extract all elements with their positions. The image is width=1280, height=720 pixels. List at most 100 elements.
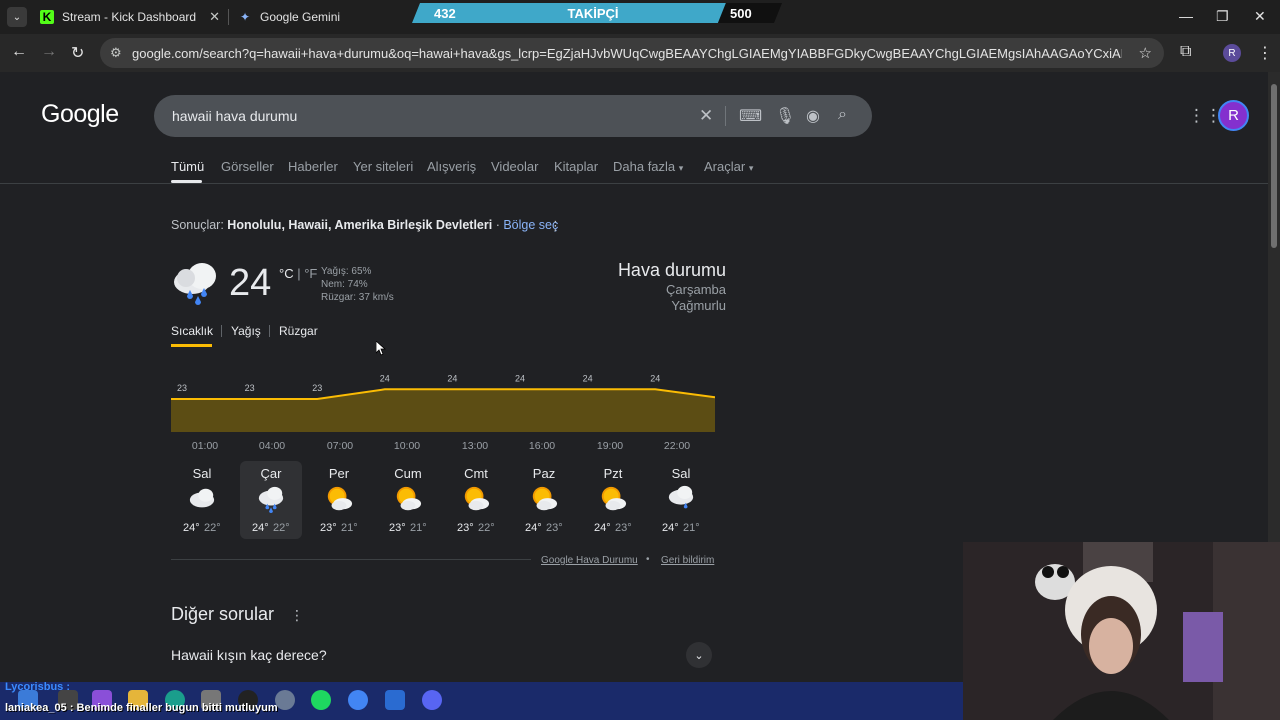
humidity-text: Nem: 74% <box>321 279 368 290</box>
hour-label: 13:00 <box>461 440 489 452</box>
active-subtab-indicator <box>171 344 212 347</box>
results-location-line: Sonuçlar: Honolulu, Hawaii, Amerika Birl… <box>171 218 558 232</box>
forecast-high: 23° <box>457 522 474 534</box>
unit-celsius[interactable]: °C <box>279 266 294 281</box>
tab-more[interactable]: Daha fazla ▾ <box>613 159 683 174</box>
search-box[interactable]: hawaii hava durumu ✕ ⌨ 🎙 ◉ ⌕ <box>154 95 872 137</box>
forecast-day[interactable]: Sal 24° 22° <box>171 461 233 539</box>
search-icon[interactable]: ⌕ <box>838 106 847 124</box>
chrome-icon[interactable] <box>348 690 368 710</box>
more-options-icon[interactable]: ⋮ <box>549 218 562 234</box>
app-icon[interactable] <box>385 690 405 710</box>
divider <box>0 183 1268 184</box>
profile-avatar[interactable]: R <box>1223 44 1241 62</box>
more-options-icon[interactable]: ⋮ <box>290 607 304 624</box>
address-bar[interactable]: ⚙ google.com/search?q=hawaii+hava+durumu… <box>100 38 1164 68</box>
weather-condition: Yağmurlu <box>671 298 726 313</box>
scrollbar-thumb[interactable] <box>1271 84 1277 248</box>
settings-icon[interactable] <box>275 690 295 710</box>
wind-text: Rüzgar: 37 km/s <box>321 292 394 303</box>
tab-tools[interactable]: Araçlar ▾ <box>704 159 753 174</box>
forecast-high: 24° <box>594 522 611 534</box>
chevron-down-icon[interactable]: ⌄ <box>686 642 712 668</box>
forecast-day[interactable]: Çar 24° 22° <box>240 461 302 539</box>
tab-videos[interactable]: Videolar <box>491 159 538 174</box>
discord-icon[interactable] <box>422 690 442 710</box>
clear-icon[interactable]: ✕ <box>699 106 713 126</box>
reload-icon[interactable]: ↻ <box>71 43 84 63</box>
forecast-day[interactable]: Pzt 24° 23° <box>582 461 644 539</box>
temperature-data-label: 24 <box>447 373 457 383</box>
forecast-day[interactable]: Per 23° 21° <box>308 461 370 539</box>
unit-fahrenheit[interactable]: °F <box>304 266 317 281</box>
tab-google-gemini[interactable]: ✦ Google Gemini <box>238 4 418 30</box>
forecast-high: 23° <box>320 522 337 534</box>
hour-label: 01:00 <box>191 440 219 452</box>
tab-title: Stream - Kick Dashboard <box>62 10 197 24</box>
partly-cloudy-icon <box>601 486 627 511</box>
subtab-temperature[interactable]: Sıcaklık <box>171 324 213 338</box>
avatar[interactable]: R <box>1218 100 1249 131</box>
google-logo[interactable]: Google <box>41 100 119 129</box>
forecast-low: 21° <box>410 522 427 534</box>
forecast-high: 24° <box>662 522 679 534</box>
spotify-icon[interactable] <box>311 690 331 710</box>
site-info-icon[interactable]: ⚙ <box>110 45 122 61</box>
back-icon[interactable]: ← <box>11 43 27 61</box>
temperature-data-label: 24 <box>380 373 390 383</box>
showers-icon <box>668 485 694 509</box>
google-weather-link[interactable]: Google Hava Durumu <box>541 555 638 566</box>
minimize-icon[interactable]: — <box>1179 8 1193 24</box>
forecast-day-name: Pzt <box>603 466 623 481</box>
forecast-day[interactable]: Sal 24° 21° <box>650 461 712 539</box>
tab-search-button[interactable]: ⌄ <box>7 7 27 27</box>
extensions-icon[interactable]: ⧉ <box>1180 43 1191 61</box>
close-tab-icon[interactable]: ✕ <box>209 9 220 25</box>
temperature-area <box>171 389 715 432</box>
unit-toggle[interactable]: °C | °F <box>279 266 317 281</box>
partly-cloudy-icon <box>464 486 490 511</box>
lens-icon[interactable]: ◉ <box>806 106 820 126</box>
tab-places[interactable]: Yer siteleri <box>353 159 413 174</box>
tab-books[interactable]: Kitaplar <box>554 159 598 174</box>
temperature-data-label: 24 <box>650 373 660 383</box>
tab-news[interactable]: Haberler <box>288 159 338 174</box>
forward-icon[interactable]: → <box>41 43 57 61</box>
tab-shopping[interactable]: Alışveriş <box>427 159 476 174</box>
forecast-day[interactable]: Cum 23° 21° <box>377 461 439 539</box>
forecast-day-name: Sal <box>671 466 691 481</box>
subtab-precipitation[interactable]: Yağış <box>231 324 261 338</box>
forecast-high: 24° <box>525 522 542 534</box>
footer-dot: • <box>646 554 650 565</box>
search-input[interactable]: hawaii hava durumu <box>172 108 297 124</box>
follower-label: TAKİPÇİ <box>567 6 618 21</box>
microphone-icon[interactable]: 🎙 <box>775 106 795 126</box>
temperature-data-label: 23 <box>245 383 255 393</box>
forecast-day[interactable]: Paz 24° 23° <box>513 461 575 539</box>
webcam-overlay <box>963 542 1280 720</box>
partly-cloudy-icon <box>532 486 558 511</box>
menu-kebab-icon[interactable]: ⋮ <box>1257 43 1273 63</box>
feedback-link[interactable]: Geri bildirim <box>661 555 714 566</box>
temperature-data-label: 23 <box>312 383 322 393</box>
question-item[interactable]: Hawaii kışın kaç derece? <box>171 647 327 663</box>
forecast-high: 24° <box>183 522 200 534</box>
tab-all[interactable]: Tümü <box>171 159 204 174</box>
forecast-day[interactable]: Cmt 23° 22° <box>445 461 507 539</box>
close-window-icon[interactable]: ✕ <box>1254 8 1266 25</box>
forecast-high: 23° <box>389 522 406 534</box>
forecast-low: 21° <box>683 522 700 534</box>
bookmark-star-icon[interactable]: ☆ <box>1139 44 1152 62</box>
forecast-day-name: Cmt <box>464 466 488 481</box>
url-text[interactable]: google.com/search?q=hawaii+hava+durumu&o… <box>132 46 1122 61</box>
follower-goal: 500 <box>730 6 752 21</box>
tab-images[interactable]: Görseller <box>221 159 274 174</box>
subtab-wind[interactable]: Rüzgar <box>279 324 318 338</box>
keyboard-icon[interactable]: ⌨ <box>739 106 762 126</box>
follower-goal-bar: 432 TAKİPÇİ 500 <box>412 3 782 23</box>
forecast-low: 21° <box>341 522 358 534</box>
forecast-low: 22° <box>478 522 495 534</box>
tab-kick-dashboard[interactable]: K Stream - Kick Dashboard ✕ <box>40 4 220 30</box>
restore-icon[interactable]: ❐ <box>1216 8 1229 25</box>
subtab-divider <box>221 325 222 337</box>
